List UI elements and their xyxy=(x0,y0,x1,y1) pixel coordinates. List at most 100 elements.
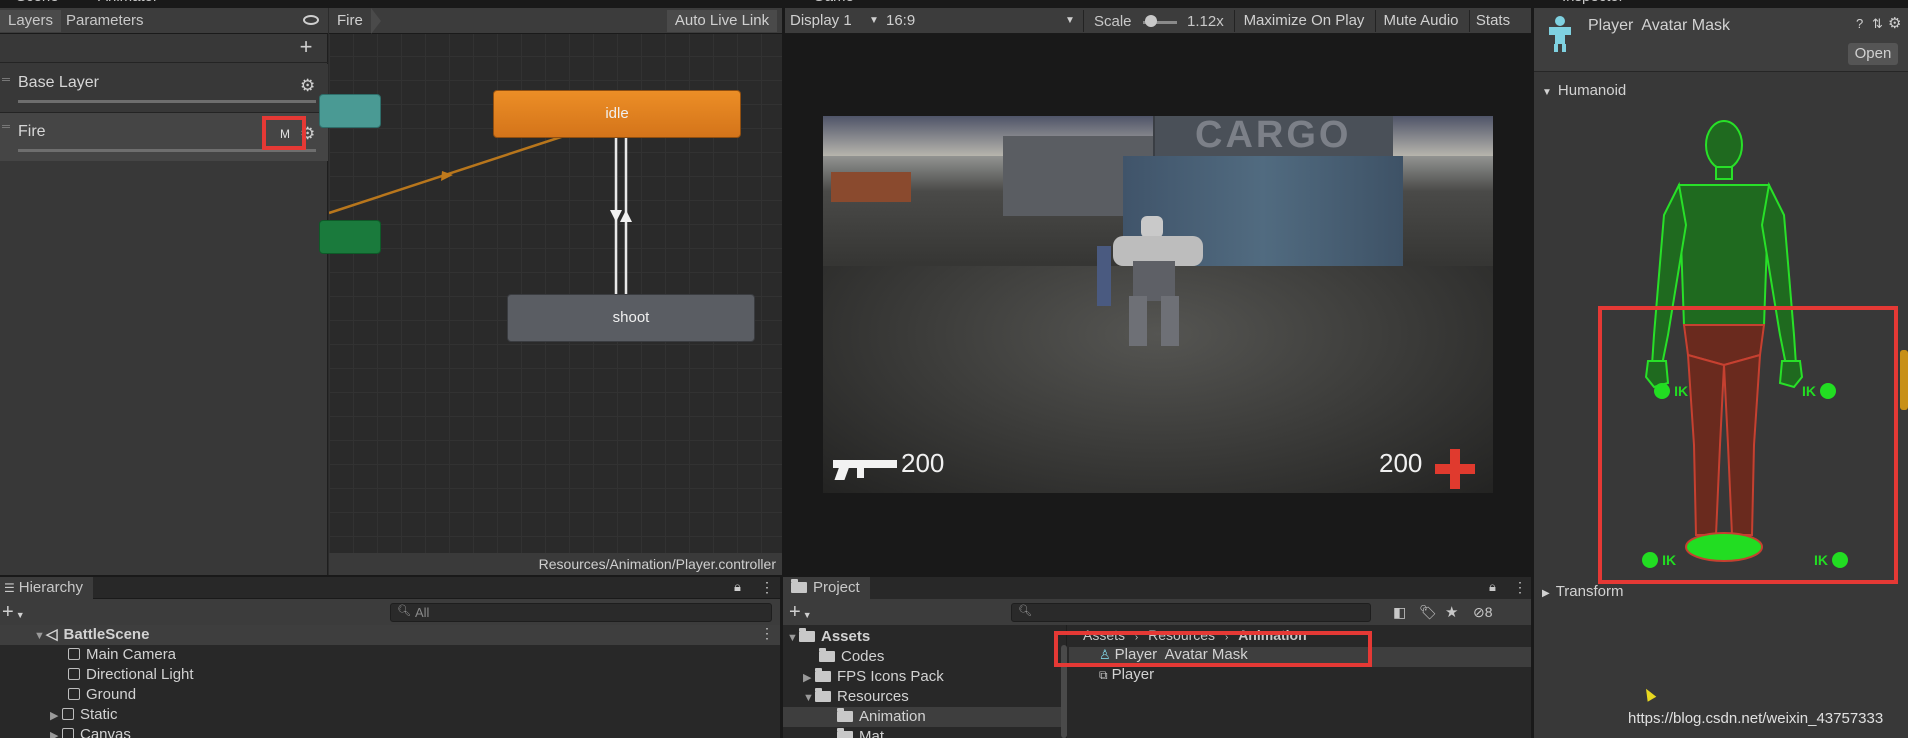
display-dropdown[interactable]: Display 1 ▼ xyxy=(785,10,886,32)
folder-item-mat[interactable]: Mat xyxy=(837,727,884,738)
scene-text: CARGO xyxy=(1195,116,1352,156)
robot-character xyxy=(1093,216,1213,346)
folder-item-codes[interactable]: Codes xyxy=(819,647,884,667)
folder-tree: ▼ Assets Codes ▶ FPS Icons Pack ▼ Resources… xyxy=(783,625,1067,738)
tree-item-directional-light[interactable]: Directional Light xyxy=(68,665,194,685)
eye-icon[interactable] xyxy=(303,15,319,25)
open-button[interactable]: Open xyxy=(1848,43,1898,65)
project-panel: Project 🔒︎ ⋮ + ▼ 🔍︎ ◧ 🏷︎ ★ ⊘8 ▼ Assets Cod… xyxy=(783,577,1531,738)
more-menu-icon[interactable]: ⋮ xyxy=(1513,579,1527,596)
tree-item-battlescene[interactable]: ▼◁ BattleScene xyxy=(34,625,149,645)
tab-layers[interactable]: Layers xyxy=(0,10,62,32)
toolbar-divider xyxy=(1469,10,1470,32)
filter-type-icon[interactable]: ◧ xyxy=(1393,604,1406,621)
folder-icon xyxy=(791,579,807,593)
search-input[interactable]: 🔍︎ xyxy=(1011,603,1371,622)
drag-handle[interactable] xyxy=(2,78,10,81)
hidden-count: 8 xyxy=(1484,604,1493,620)
tab-animator[interactable]: Animator xyxy=(90,0,166,8)
asset-title: Player Avatar Mask xyxy=(1588,17,1730,34)
folder-item-fps-icons-pack[interactable]: ▶ FPS Icons Pack xyxy=(803,667,944,687)
tree-item-label: Directional Light xyxy=(86,666,194,683)
transform-foldout[interactable]: ▶ Transform xyxy=(1542,583,1624,600)
folder-item-resources[interactable]: ▼ Resources xyxy=(803,687,909,707)
favorite-star-icon[interactable]: ★ xyxy=(1445,603,1458,621)
highlight-avatar-mask xyxy=(1054,631,1372,667)
scale-slider-thumb[interactable] xyxy=(1145,15,1157,27)
add-layer-button[interactable]: + xyxy=(296,36,316,58)
tab-parameters[interactable]: Parameters xyxy=(58,10,152,32)
file-label: Player xyxy=(1111,666,1155,683)
create-button[interactable]: + ▼ xyxy=(2,601,25,624)
layer-name: Fire xyxy=(18,123,46,140)
lock-icon[interactable]: 🔒︎ xyxy=(734,579,741,595)
layer-weight-bar[interactable] xyxy=(18,100,316,103)
chevron-down-icon: ▼ xyxy=(869,15,879,26)
filter-label-icon[interactable]: 🏷︎ xyxy=(1419,604,1437,621)
folder-label: Codes xyxy=(841,648,885,665)
gameobject-icon xyxy=(62,728,74,738)
hidden-packages-toggle[interactable]: ⊘8 xyxy=(1473,604,1493,621)
file-item-player-controller[interactable]: ⧉ Player xyxy=(1099,665,1154,685)
toolbar-divider xyxy=(1234,10,1235,32)
highlight-mask-badge xyxy=(262,116,306,150)
animator-graph[interactable]: Fire Auto Live Link idle shoot Resources… xyxy=(319,8,782,575)
aspect-dropdown[interactable]: 16:9 ▼ xyxy=(881,10,1082,32)
tab-game[interactable]: Game xyxy=(805,0,862,8)
state-node-idle[interactable]: idle xyxy=(493,90,741,138)
more-menu-icon[interactable]: ⋮ xyxy=(760,625,774,642)
folder-label: Resources xyxy=(837,688,909,705)
tab-scene[interactable]: Scene xyxy=(8,0,67,8)
expand-arrow-icon: ▶ xyxy=(803,672,812,684)
humanoid-label: Humanoid xyxy=(1557,82,1627,99)
hierarchy-tabbar xyxy=(0,577,780,599)
expand-arrow-icon: ▼ xyxy=(803,692,814,704)
animator-panel: Scene Animator Layers Parameters + Base … xyxy=(0,0,782,575)
gear-icon[interactable]: ⚙ xyxy=(300,76,315,96)
more-menu-icon[interactable]: ⋮ xyxy=(760,579,774,596)
tab-inspector[interactable]: Inspector xyxy=(1554,0,1632,8)
search-icon: 🔍︎ xyxy=(1018,605,1032,617)
maximize-on-play-button[interactable]: Maximize On Play xyxy=(1237,10,1371,32)
expand-arrow-icon: ▶ xyxy=(50,730,59,738)
chevron-down-icon: ▼ xyxy=(802,610,812,620)
list-icon: ☰ xyxy=(4,581,15,595)
folder-label: FPS Icons Pack xyxy=(837,668,944,685)
gear-icon[interactable]: ⚙ xyxy=(1888,14,1901,32)
help-icon[interactable]: ? xyxy=(1856,16,1863,31)
tab-project[interactable]: Project xyxy=(783,577,870,599)
tree-item-ground[interactable]: Ground xyxy=(68,685,136,705)
tree-item-label: BattleScene xyxy=(63,626,150,643)
create-button[interactable]: + ▼ xyxy=(789,601,812,624)
mute-audio-button[interactable]: Mute Audio xyxy=(1377,10,1465,32)
gameobject-icon xyxy=(68,648,80,660)
transform-label: Transform xyxy=(1555,583,1624,600)
drag-handle[interactable] xyxy=(2,125,10,128)
layer-name: Base Layer xyxy=(18,74,99,91)
hierarchy-panel: ☰ Hierarchy 🔒︎ ⋮ + ▼ 🔍︎ All ▼◁ BattleScene … xyxy=(0,577,780,738)
health-count: 200 xyxy=(1379,448,1423,478)
tree-item-canvas[interactable]: ▶ Canvas xyxy=(50,725,131,738)
inspector-panel: Inspector Player Avatar Mask ? ⇅ ⚙ Open … xyxy=(1534,0,1908,738)
tree-item-main-camera[interactable]: Main Camera xyxy=(68,645,176,665)
search-input[interactable]: 🔍︎ All xyxy=(390,603,772,622)
search-placeholder: All xyxy=(415,605,430,620)
hierarchy-title: Hierarchy xyxy=(18,579,83,596)
stats-button[interactable]: Stats xyxy=(1471,10,1515,32)
expand-arrow-icon: ▶ xyxy=(50,710,59,722)
folder-label: Mat xyxy=(859,728,885,738)
game-viewport[interactable]: CARGO 200 200 xyxy=(823,116,1493,493)
folder-label: Animation xyxy=(859,708,926,725)
layer-item-base[interactable]: Base Layer ⚙ xyxy=(0,64,328,112)
lock-icon[interactable]: 🔒︎ xyxy=(1489,579,1496,595)
expand-arrow-icon: ▼ xyxy=(787,632,798,644)
humanoid-foldout[interactable]: ▼ Humanoid xyxy=(1542,82,1626,99)
tab-hierarchy[interactable]: ☰ Hierarchy xyxy=(0,577,93,599)
folder-item-animation[interactable]: Animation xyxy=(837,707,926,727)
state-node-shoot[interactable]: shoot xyxy=(507,294,755,342)
scrollbar[interactable] xyxy=(1900,350,1908,410)
folder-item-assets[interactable]: ▼ Assets xyxy=(787,627,870,647)
tree-item-static[interactable]: ▶ Static xyxy=(50,705,118,725)
preset-icon[interactable]: ⇅ xyxy=(1872,16,1883,32)
tree-item-label: Static xyxy=(80,706,118,723)
